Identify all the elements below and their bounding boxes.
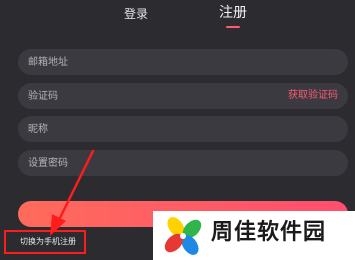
switch-to-phone-register-link[interactable]: 切换为手机注册 <box>20 236 76 248</box>
pinwheel-logo-icon <box>164 217 202 255</box>
watermark-banner: 周佳软件园 <box>153 211 355 260</box>
watermark-text: 周佳软件园 <box>211 220 327 245</box>
